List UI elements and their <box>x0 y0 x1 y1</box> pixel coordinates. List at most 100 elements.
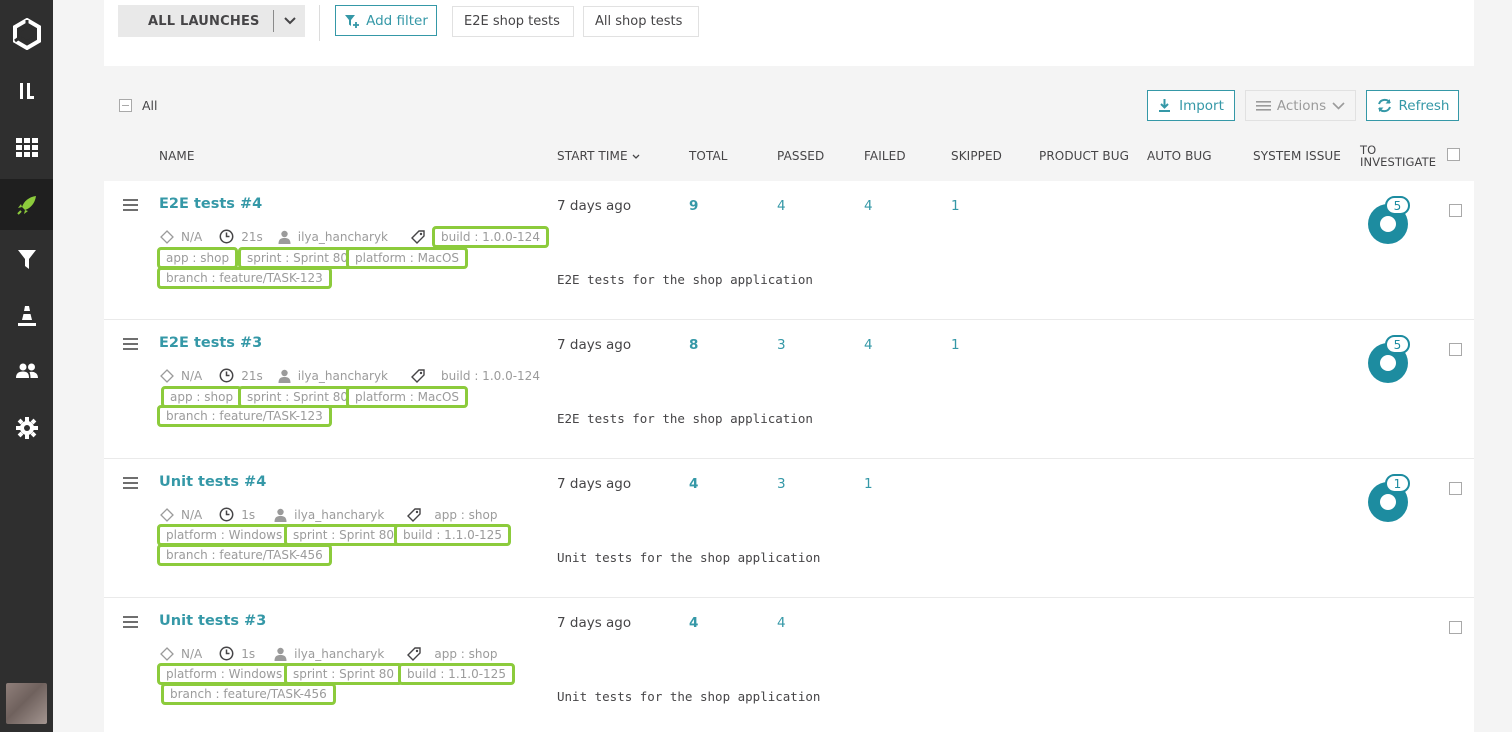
tag-text: platform : Windows <box>166 667 283 681</box>
total-count[interactable]: 4 <box>689 476 698 492</box>
hexagon-logo-icon[interactable] <box>0 10 53 58</box>
skipped-count[interactable]: 1 <box>951 337 960 353</box>
to-investigate-badge[interactable]: 1 <box>1385 474 1410 493</box>
launch-row: Unit tests #4 N/A 1s ilya_hancharyk app … <box>104 459 1474 598</box>
tag-text: branch : feature/TASK-456 <box>170 687 327 701</box>
total-count[interactable]: 9 <box>689 198 698 214</box>
attribute-tag[interactable]: branch : feature/TASK-456 <box>161 683 336 705</box>
launch-na: N/A <box>181 229 203 244</box>
col-name[interactable]: NAME <box>159 149 195 163</box>
tag-text: build : 1.1.0-125 <box>407 667 506 681</box>
rocket-icon[interactable] <box>0 179 53 230</box>
diamond-icon <box>160 368 174 383</box>
tag-text: platform : MacOS <box>355 390 460 404</box>
total-count[interactable]: 8 <box>689 337 698 353</box>
attribute-tag[interactable]: branch : feature/TASK-123 <box>157 267 332 289</box>
row-checkbox[interactable] <box>1449 343 1462 356</box>
attribute-tag[interactable]: build : 1.1.0-125 <box>394 524 511 546</box>
attribute-tag[interactable]: build : 1.0.0-124 <box>432 365 549 387</box>
cone-icon[interactable] <box>0 292 53 340</box>
clock-icon <box>219 507 234 522</box>
import-button[interactable]: Import <box>1147 90 1235 121</box>
launch-name[interactable]: Unit tests #4 <box>159 474 266 490</box>
tag-text: platform : MacOS <box>355 251 460 265</box>
passed-count[interactable]: 4 <box>777 198 786 214</box>
attribute-tag[interactable]: platform : MacOS <box>346 247 469 269</box>
launch-meta: N/A 21s ilya_hancharyk <box>160 229 425 244</box>
col-passed[interactable]: PASSED <box>777 149 824 163</box>
tag-text: build : 1.1.0-125 <box>403 528 502 542</box>
clock-icon <box>219 646 234 661</box>
attribute-tag[interactable]: branch : feature/TASK-456 <box>157 544 332 566</box>
filter-tab-label: All shop tests <box>595 14 683 29</box>
launch-select-label: ALL LAUNCHES <box>148 13 260 29</box>
attribute-tag[interactable]: platform : MacOS <box>346 386 469 408</box>
refresh-icon <box>1377 98 1391 113</box>
attribute-tag[interactable]: sprint : Sprint 80 <box>238 247 358 269</box>
passed-count[interactable]: 3 <box>777 337 786 353</box>
clock-icon <box>219 368 234 383</box>
chevron-down-icon[interactable] <box>273 10 305 32</box>
hamburger-menu-icon[interactable] <box>123 616 138 631</box>
people-icon[interactable] <box>0 347 53 395</box>
launch-name[interactable]: Unit tests #3 <box>159 613 266 629</box>
grid-icon[interactable] <box>0 124 53 172</box>
attribute-tag[interactable]: sprint : Sprint 80 <box>284 524 404 546</box>
user-icon <box>278 369 291 383</box>
tag-text: app : shop <box>170 390 234 404</box>
launch-meta: N/A 1s ilya_hancharyk app : shop <box>160 507 497 522</box>
launch-name[interactable]: E2E tests #3 <box>159 335 262 351</box>
gear-icon[interactable] <box>0 404 53 452</box>
attribute-tag[interactable]: build : 1.1.0-125 <box>398 663 515 685</box>
launch-na: N/A <box>181 646 203 661</box>
launch-description: E2E tests for the shop application <box>557 411 813 426</box>
user-avatar[interactable] <box>6 683 47 724</box>
col-product-bug[interactable]: PRODUCT BUG <box>1039 149 1129 163</box>
skipped-count[interactable]: 1 <box>951 198 960 214</box>
col-start-time[interactable]: START TIME <box>557 149 640 163</box>
row-checkbox[interactable] <box>1449 482 1462 495</box>
attribute-tag[interactable]: build : 1.0.0-124 <box>432 226 549 248</box>
refresh-label: Refresh <box>1398 97 1450 114</box>
row-checkbox[interactable] <box>1449 204 1462 217</box>
failed-count[interactable]: 1 <box>864 476 873 492</box>
attribute-tag[interactable]: sprint : Sprint 80 <box>284 663 404 685</box>
attribute-tag[interactable]: platform : Windows <box>157 524 292 546</box>
hamburger-menu-icon[interactable] <box>123 338 138 353</box>
hamburger-menu-icon[interactable] <box>123 477 138 492</box>
diamond-icon <box>160 646 174 661</box>
tab-e2e-shop-tests[interactable]: E2E shop tests <box>452 6 574 37</box>
launch-name[interactable]: E2E tests #4 <box>159 196 262 212</box>
to-investigate-badge[interactable]: 5 <box>1385 335 1410 354</box>
tab-all-shop-tests[interactable]: All shop tests <box>583 6 699 37</box>
col-total[interactable]: TOTAL <box>689 149 728 163</box>
add-filter-icon <box>345 14 360 28</box>
attribute-tag[interactable]: app : shop <box>157 247 239 269</box>
to-investigate-badge[interactable]: 5 <box>1385 196 1410 215</box>
actions-dropdown[interactable]: Actions <box>1245 90 1356 121</box>
total-count[interactable]: 4 <box>689 615 698 631</box>
attribute-tag[interactable]: branch : feature/TASK-123 <box>157 405 332 427</box>
launch-type-select[interactable]: ALL LAUNCHES <box>118 5 305 37</box>
attribute-tag[interactable]: platform : Windows <box>157 663 292 685</box>
col-auto-bug[interactable]: AUTO BUG <box>1147 149 1212 163</box>
row-checkbox[interactable] <box>1449 621 1462 634</box>
actions-label: Actions <box>1276 97 1327 114</box>
funnel-icon[interactable] <box>0 236 53 284</box>
launch-duration: 21s <box>241 368 263 383</box>
passed-count[interactable]: 4 <box>777 615 786 631</box>
add-filter-button[interactable]: Add filter <box>335 5 437 36</box>
dashboard-icon[interactable] <box>0 67 53 115</box>
refresh-button[interactable]: Refresh <box>1366 90 1459 121</box>
col-to-investigate[interactable]: TO INVESTIGATE <box>1360 144 1436 168</box>
select-all-checkbox[interactable] <box>119 99 132 112</box>
col-system-issue[interactable]: SYSTEM ISSUE <box>1253 149 1341 163</box>
failed-count[interactable]: 4 <box>864 337 873 353</box>
col-skipped[interactable]: SKIPPED <box>951 149 1002 163</box>
col-failed[interactable]: FAILED <box>864 149 906 163</box>
hamburger-menu-icon[interactable] <box>123 199 138 214</box>
header-checkbox[interactable] <box>1447 148 1460 161</box>
passed-count[interactable]: 3 <box>777 476 786 492</box>
failed-count[interactable]: 4 <box>864 198 873 214</box>
launch-description: Unit tests for the shop application <box>557 689 821 704</box>
